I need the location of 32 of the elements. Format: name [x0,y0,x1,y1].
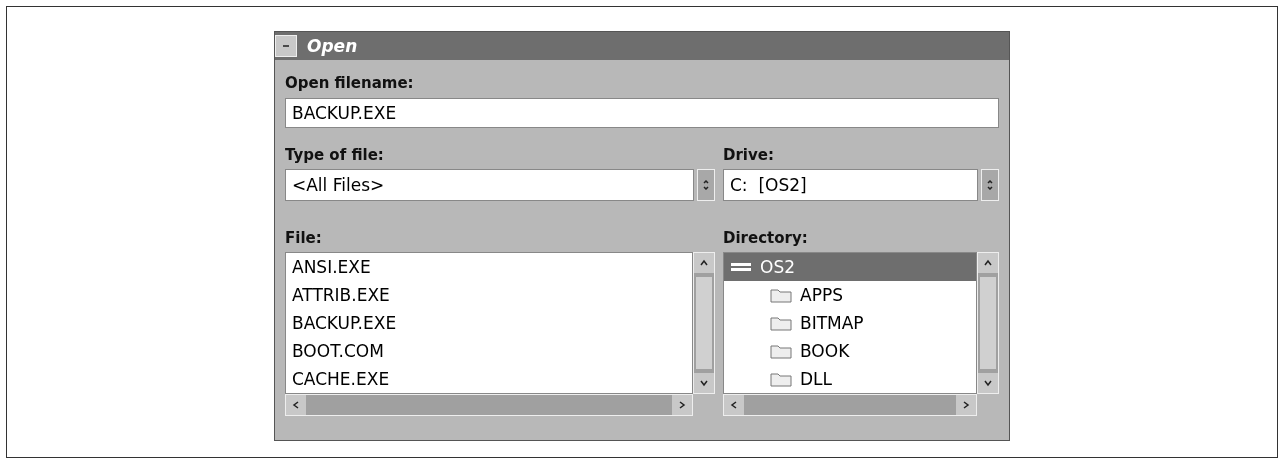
directory-item[interactable]: APPS [724,281,976,309]
window-title: Open [307,36,358,56]
list-label: Directory: [723,228,809,249]
filename-field[interactable]: BACKUP.EXE [285,98,999,128]
directory-item[interactable]: BOOK [724,337,976,365]
folder-icon [770,315,792,331]
vertical-scrollbar[interactable] [693,252,715,394]
directory-item[interactable]: DLL [724,365,976,393]
directory-item[interactable]: OS2 [724,253,976,281]
system-menu-button[interactable] [275,35,297,57]
folder-icon [770,287,792,303]
folder-icon [770,343,792,359]
horizontal-scrollbar[interactable] [285,394,693,416]
horizontal-scrollbar[interactable] [723,394,977,416]
field-label: Open filename: [285,73,415,94]
folder-icon [770,371,792,387]
field-label: Type of file: [285,145,385,166]
spin-icon [985,180,995,190]
file-type-field[interactable]: <All Files> [285,169,694,201]
file-item[interactable]: CACHE.EXE [286,365,692,393]
spin-button[interactable] [981,169,999,201]
vertical-scrollbar[interactable] [977,252,999,394]
file-item[interactable]: ATTRIB.EXE [286,281,692,309]
file-item[interactable]: ANSI.EXE [286,253,692,281]
drive-field[interactable]: C: [OS2] [723,169,978,201]
field-label: Drive: [723,145,775,166]
directory-item[interactable]: BITMAP [724,309,976,337]
spin-icon [701,180,711,190]
spin-button[interactable] [697,169,715,201]
file-item[interactable]: BACKUP.EXE [286,309,692,337]
list-label: File: [285,228,323,249]
file-item[interactable]: BOOT.COM [286,337,692,365]
